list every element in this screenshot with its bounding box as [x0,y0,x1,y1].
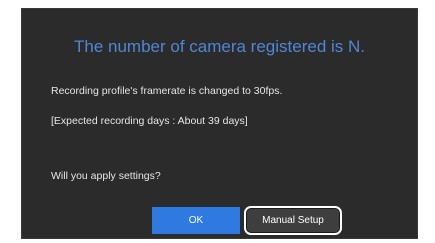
ok-button[interactable]: OK [152,207,240,234]
apply-question: Will you apply settings? [51,170,161,182]
dialog-title: The number of camera registered is N. [73,37,365,56]
settings-dialog: The number of camera registered is N. Re… [21,8,418,239]
manual-setup-button[interactable]: Manual Setup [244,206,342,235]
expected-recording-days: [Expected recording days : About 39 days… [51,115,248,127]
framerate-message: Recording profile's framerate is changed… [51,85,283,97]
